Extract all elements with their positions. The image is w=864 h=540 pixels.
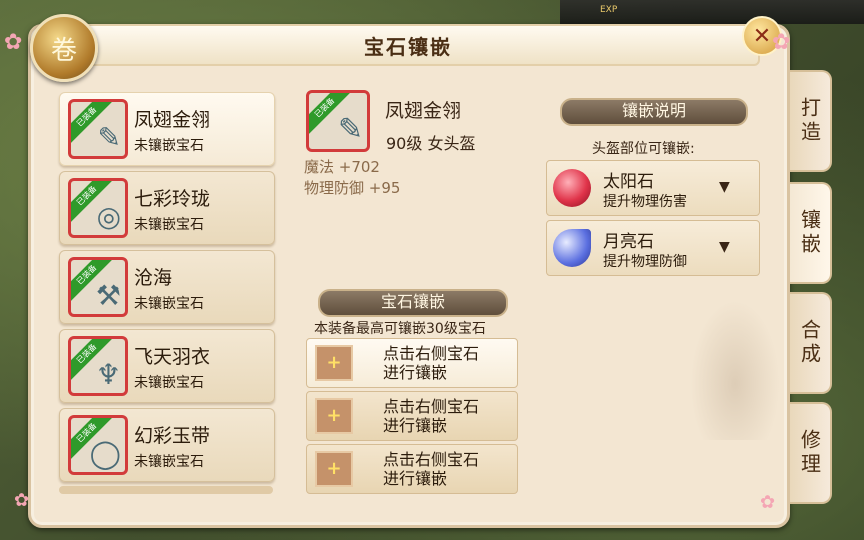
- feather-helmet-icon: 已装备 ✎: [68, 99, 128, 159]
- exp-label: EXP: [600, 5, 618, 15]
- jade-belt-icon: 已装备 ◯: [68, 415, 128, 475]
- dropdown-arrow-icon[interactable]: ▼: [719, 239, 730, 255]
- equipment-list-item[interactable]: 已装备 ⚒ 沧海 未镶嵌宝石: [59, 250, 275, 324]
- tab-label: 合成: [797, 319, 822, 367]
- equipment-list-item[interactable]: 已装备 ✎ 凤翅金翎 未镶嵌宝石: [59, 92, 275, 166]
- tab-label: 打造: [797, 97, 822, 145]
- gem-name: 月亮石: [603, 232, 654, 252]
- tab-repair[interactable]: 修理: [790, 402, 832, 504]
- plus-icon: +: [315, 398, 353, 434]
- item-status: 未镶嵌宝石: [134, 138, 204, 154]
- gem-slot[interactable]: + 点击右侧宝石 进行镶嵌: [306, 338, 518, 388]
- flower-decoration-icon: ✿: [14, 490, 30, 511]
- gem-slot[interactable]: + 点击右侧宝石 进行镶嵌: [306, 444, 518, 494]
- item-status: 未镶嵌宝石: [134, 217, 204, 233]
- flower-decoration-icon: ✿: [4, 30, 23, 55]
- gem-desc: 提升物理防御: [603, 254, 687, 270]
- equipment-list[interactable]: 已装备 ✎ 凤翅金翎 未镶嵌宝石 已装备 ◎ 七彩玲珑 未镶嵌宝石 已装备 ⚒ …: [55, 90, 279, 495]
- tab-inlay[interactable]: 镶嵌: [790, 182, 832, 284]
- gem-name: 太阳石: [603, 172, 654, 192]
- inlay-help-banner: 镶嵌说明: [560, 98, 748, 126]
- inlay-section-banner: 宝石镶嵌: [318, 289, 508, 317]
- selected-item-name: 凤翅金翎: [385, 100, 462, 122]
- scroll-emblem-icon: 卷: [30, 14, 98, 82]
- flower-decoration-icon: ✿: [772, 30, 791, 55]
- item-status: 未镶嵌宝石: [134, 454, 204, 470]
- tab-label: 修理: [797, 429, 822, 477]
- title-bar: 宝石镶嵌: [56, 24, 760, 66]
- item-name: 飞天羽衣: [134, 346, 211, 368]
- moon-stone-icon: [553, 229, 591, 267]
- item-name: 幻彩玉带: [134, 425, 211, 447]
- equipment-list-item[interactable]: 已装备 ◎ 七彩玲珑 未镶嵌宝石: [59, 171, 275, 245]
- equipment-list-item[interactable]: 已装备 ◯ 幻彩玉带 未镶嵌宝石: [59, 408, 275, 482]
- window-title: 宝石镶嵌: [364, 34, 452, 59]
- item-stat: 物理防御 +95: [304, 179, 401, 197]
- item-status: 未镶嵌宝石: [134, 296, 204, 312]
- equipment-list-item[interactable]: 已装备 ♆ 飞天羽衣 未镶嵌宝石: [59, 329, 275, 403]
- gem-desc: 提升物理伤害: [603, 194, 687, 210]
- plus-icon: +: [315, 451, 353, 487]
- selected-item-icon: 已装备 ✎: [306, 90, 370, 152]
- gem-option-sun-stone[interactable]: 太阳石 提升物理伤害 ▼: [546, 160, 760, 216]
- list-scroll-hint[interactable]: [59, 486, 273, 494]
- tab-forge[interactable]: 打造: [790, 70, 832, 172]
- tab-combine[interactable]: 合成: [790, 292, 832, 394]
- tab-label: 镶嵌: [797, 209, 822, 257]
- gem-slot-hint: 点击右侧宝石 进行镶嵌: [383, 344, 480, 382]
- gem-slot-hint: 点击右侧宝石 进行镶嵌: [383, 397, 480, 435]
- inlay-limit-note: 本装备最高可镶嵌30级宝石: [314, 321, 486, 337]
- robe-armor-icon: 已装备 ♆: [68, 336, 128, 396]
- gem-option-moon-stone[interactable]: 月亮石 提升物理防御 ▼: [546, 220, 760, 276]
- item-stat: 魔法 +702: [304, 158, 380, 176]
- necklace-icon: 已装备 ◎: [68, 178, 128, 238]
- background-decoration: [690, 300, 780, 440]
- hammer-weapon-icon: 已装备 ⚒: [68, 257, 128, 317]
- gem-slot-hint: 点击右侧宝石 进行镶嵌: [383, 450, 480, 488]
- flower-decoration-icon: ✿: [760, 492, 776, 513]
- inlay-help-note: 头盔部位可镶嵌:: [592, 141, 695, 157]
- close-icon: ✕: [752, 23, 772, 49]
- item-name: 沧海: [134, 267, 173, 289]
- sun-stone-icon: [553, 169, 591, 207]
- selected-item-level-type: 90级 女头盔: [386, 134, 476, 153]
- dropdown-arrow-icon[interactable]: ▼: [719, 179, 730, 195]
- plus-icon: +: [315, 345, 353, 381]
- item-name: 凤翅金翎: [134, 109, 211, 131]
- item-name: 七彩玲珑: [134, 188, 211, 210]
- item-status: 未镶嵌宝石: [134, 375, 204, 391]
- gem-slot[interactable]: + 点击右侧宝石 进行镶嵌: [306, 391, 518, 441]
